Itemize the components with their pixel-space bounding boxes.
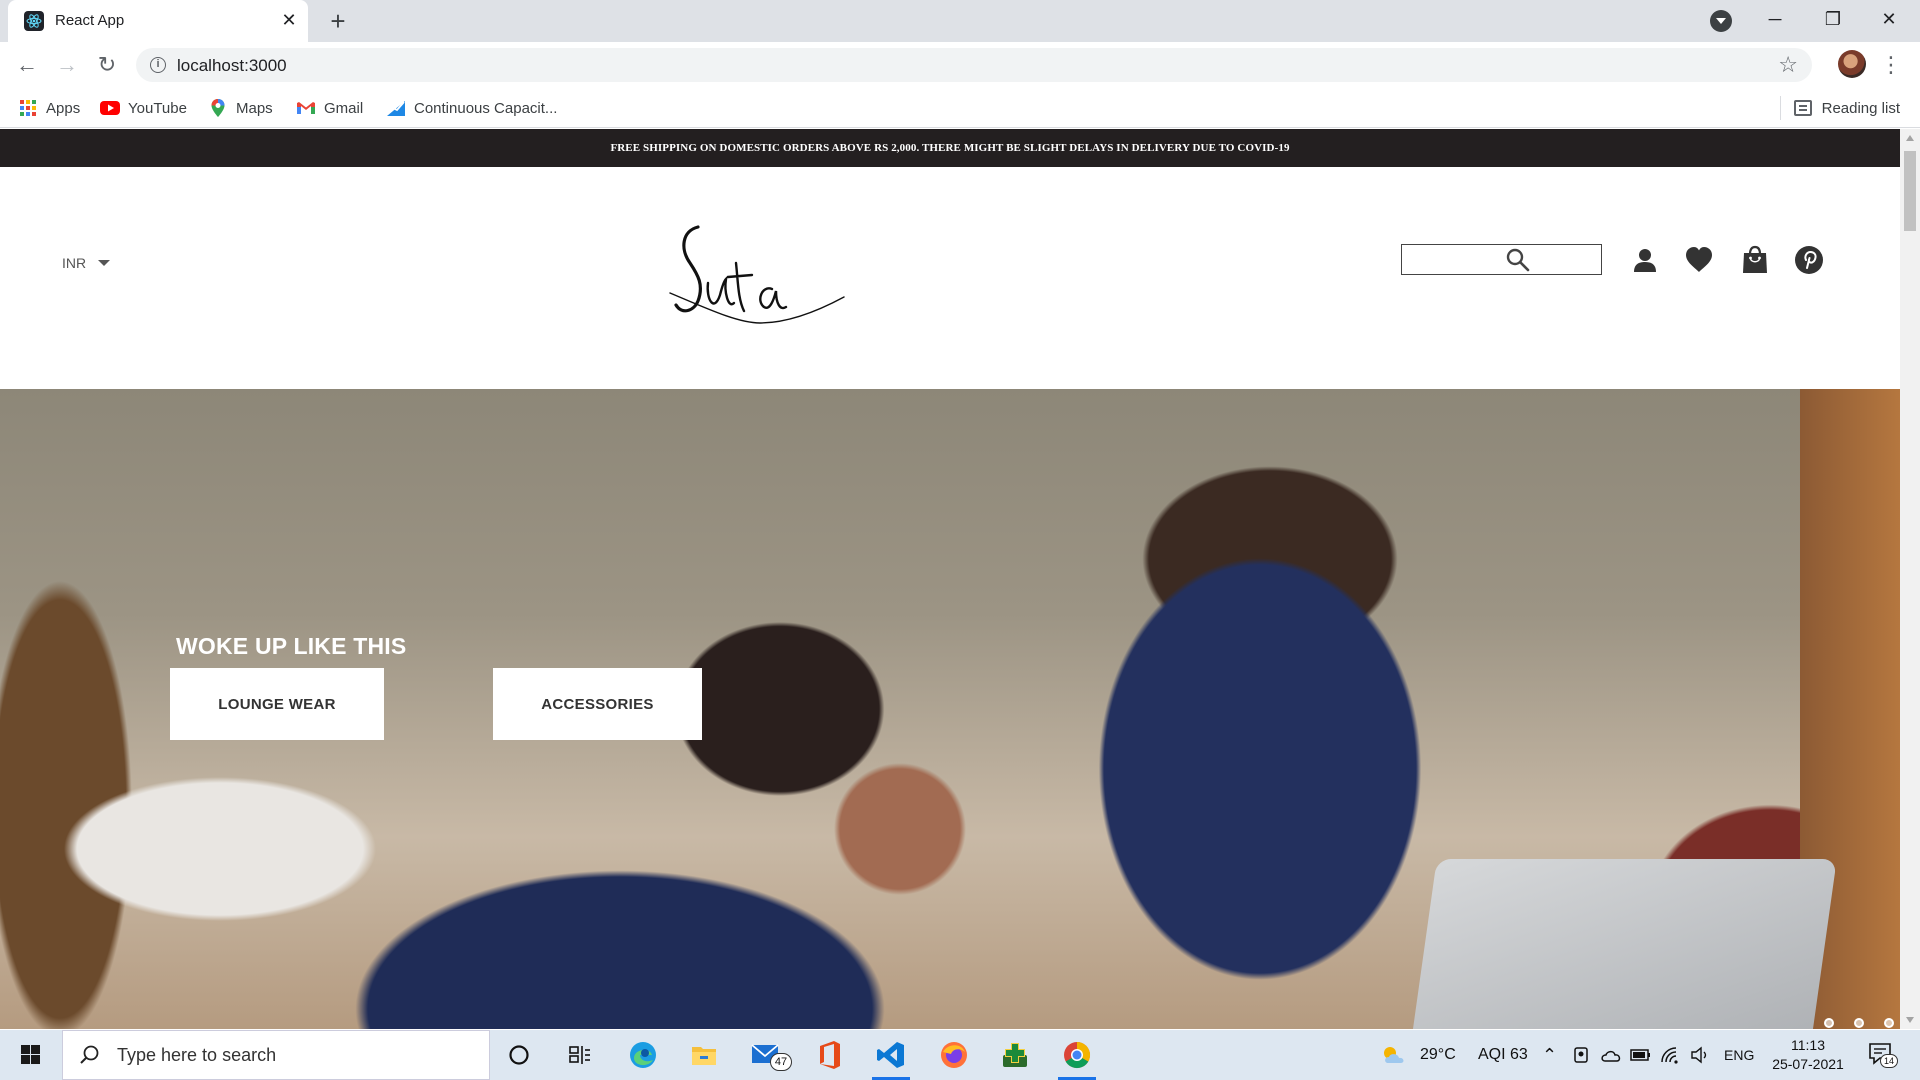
user-icon[interactable] — [1630, 245, 1660, 275]
caret-down-icon — [98, 260, 111, 266]
meet-now-icon[interactable] — [1572, 1030, 1590, 1080]
chart-icon — [386, 98, 406, 118]
heart-icon[interactable] — [1684, 245, 1714, 275]
reading-list-icon — [1793, 100, 1812, 116]
game-app-icon[interactable] — [990, 1035, 1040, 1075]
tray-overflow-chevron-icon[interactable]: ⌃ — [1542, 1030, 1557, 1080]
windows-taskbar: Type here to search 47 29°C AQI 63 ⌃ ENG… — [0, 1030, 1920, 1080]
bookmarks-bar: Apps YouTube Maps Gmail Continuous Capac… — [0, 88, 1920, 128]
shopping-bag-icon[interactable] — [1740, 245, 1770, 275]
minimize-button[interactable]: ─ — [1752, 4, 1798, 34]
onedrive-icon[interactable] — [1600, 1030, 1622, 1080]
scroll-up-icon[interactable] — [1906, 135, 1914, 141]
tab-close-icon[interactable]: ✕ — [278, 9, 300, 31]
mail-icon[interactable]: 47 — [742, 1035, 792, 1075]
address-bar[interactable]: i localhost:3000 ☆ — [136, 48, 1812, 82]
clock-date: 25-07-2021 — [1772, 1056, 1844, 1072]
weather-icon[interactable] — [1380, 1030, 1408, 1080]
site-info-icon[interactable]: i — [150, 57, 166, 73]
search-icon[interactable] — [1505, 247, 1531, 273]
taskbar-search-box[interactable]: Type here to search — [62, 1030, 490, 1080]
weather-temperature[interactable]: 29°C — [1420, 1030, 1456, 1080]
bookmark-maps[interactable]: Maps — [208, 96, 273, 120]
reload-icon[interactable]: ↻ — [92, 50, 122, 80]
restore-button[interactable]: ❐ — [1810, 4, 1856, 34]
gmail-icon — [296, 98, 316, 118]
scrollbar-thumb[interactable] — [1904, 151, 1916, 231]
bookmark-apps[interactable]: Apps — [18, 96, 80, 120]
hero-banner: WOKE UP LIKE THIS LOUNGE WEAR ACCESSORIE… — [0, 389, 1900, 1029]
weather-aqi[interactable]: AQI 63 — [1478, 1030, 1528, 1080]
site-header: INR — [0, 167, 1900, 389]
bookmarks-divider — [1780, 96, 1781, 120]
hero-title: WOKE UP LIKE THIS — [176, 633, 407, 659]
battery-icon[interactable] — [1630, 1030, 1652, 1080]
currency-label: INR — [62, 255, 87, 271]
vscode-icon[interactable] — [866, 1035, 916, 1080]
lounge-wear-button[interactable]: LOUNGE WEAR — [170, 668, 384, 740]
mail-badge: 47 — [770, 1053, 792, 1071]
task-view-icon[interactable] — [555, 1035, 605, 1075]
reading-list-button[interactable]: Reading list — [1793, 96, 1900, 120]
search-icon — [79, 1044, 101, 1066]
bookmark-continuous-capacity[interactable]: Continuous Capacit... — [386, 96, 557, 120]
bookmark-star-icon[interactable]: ☆ — [1778, 52, 1798, 78]
notification-badge: 14 — [1880, 1054, 1898, 1068]
maps-pin-icon — [208, 98, 228, 118]
firefox-icon[interactable] — [929, 1035, 979, 1075]
react-favicon-icon — [24, 11, 44, 31]
reading-list-label: Reading list — [1821, 99, 1900, 117]
cortana-icon[interactable] — [494, 1035, 544, 1075]
tab-title: React App — [55, 12, 125, 29]
announcement-bar: FREE SHIPPING ON DOMESTIC ORDERS ABOVE R… — [0, 129, 1900, 167]
site-logo[interactable] — [668, 219, 858, 329]
bookmark-label: Apps — [46, 99, 81, 117]
taskbar-clock[interactable]: 11:13 25-07-2021 — [1768, 1036, 1848, 1074]
hero-laptop-image — [1403, 859, 1837, 1029]
close-window-button[interactable]: ✕ — [1866, 4, 1912, 34]
taskbar-search-placeholder: Type here to search — [117, 1044, 277, 1065]
language-indicator[interactable]: ENG — [1724, 1030, 1754, 1080]
bookmark-youtube[interactable]: YouTube — [100, 96, 187, 120]
bookmark-gmail[interactable]: Gmail — [296, 96, 363, 120]
currency-selector[interactable]: INR — [62, 255, 111, 271]
volume-icon[interactable] — [1690, 1030, 1710, 1080]
bookmark-label: Maps — [236, 99, 273, 117]
new-tab-button[interactable]: + — [324, 7, 352, 35]
windows-start-icon[interactable] — [0, 1030, 60, 1080]
wifi-icon[interactable] — [1660, 1030, 1680, 1080]
browser-toolbar: ← → ↻ i localhost:3000 ☆ ⋮ — [0, 42, 1920, 88]
back-arrow-icon[interactable]: ← — [12, 50, 42, 80]
pinterest-icon[interactable] — [1794, 245, 1824, 275]
carousel-dot[interactable] — [1824, 1018, 1834, 1028]
bookmark-label: YouTube — [128, 99, 187, 117]
browser-menu-icon[interactable]: ⋮ — [1880, 50, 1902, 80]
tab-search-icon[interactable] — [1710, 10, 1732, 32]
notification-center-icon[interactable]: 14 — [1868, 1042, 1898, 1068]
url-text[interactable]: localhost:3000 — [177, 56, 287, 76]
carousel-dot[interactable] — [1884, 1018, 1894, 1028]
browser-tab-strip: React App ✕ + ─ ❐ ✕ — [0, 0, 1920, 42]
site-search-input[interactable] — [1406, 248, 1506, 270]
accessories-button[interactable]: ACCESSORIES — [493, 668, 702, 740]
scroll-down-icon[interactable] — [1906, 1017, 1914, 1023]
carousel-dot[interactable] — [1854, 1018, 1864, 1028]
bookmark-label: Gmail — [324, 99, 364, 117]
site-search-box[interactable] — [1401, 244, 1602, 275]
clock-time: 11:13 — [1791, 1037, 1825, 1053]
browser-tab[interactable]: React App ✕ — [8, 0, 308, 42]
chrome-icon[interactable] — [1052, 1035, 1102, 1080]
profile-avatar[interactable] — [1838, 50, 1866, 78]
office-icon[interactable] — [805, 1035, 855, 1075]
bookmark-label: Continuous Capacit... — [414, 99, 558, 117]
page-viewport: FREE SHIPPING ON DOMESTIC ORDERS ABOVE R… — [0, 129, 1900, 1029]
file-explorer-icon[interactable] — [679, 1035, 729, 1075]
forward-arrow-icon[interactable]: → — [52, 50, 82, 80]
edge-icon[interactable] — [618, 1035, 668, 1075]
apps-grid-icon — [18, 98, 38, 118]
page-scrollbar[interactable] — [1900, 129, 1920, 1029]
youtube-icon — [100, 98, 120, 118]
